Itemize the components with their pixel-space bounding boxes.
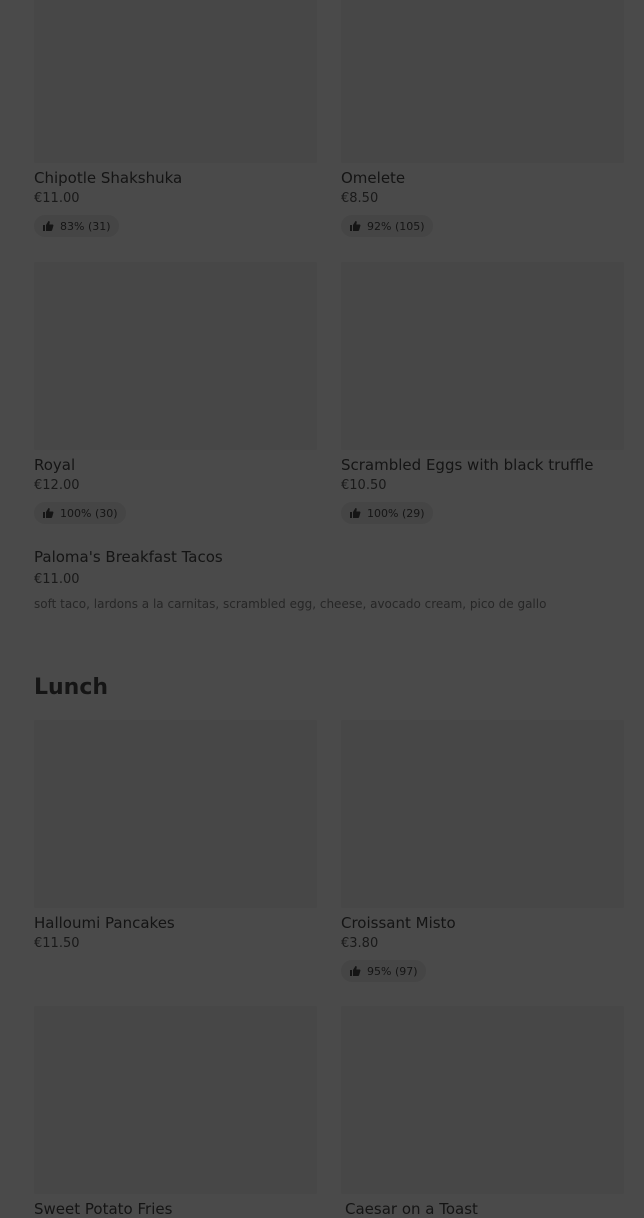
menu-item-image[interactable] — [341, 262, 624, 450]
menu-item-image[interactable] — [341, 1006, 624, 1194]
thumbs-up-icon — [349, 965, 361, 977]
thumbs-up-icon — [42, 507, 54, 519]
thumbs-up-icon — [349, 507, 361, 519]
rating-badge: 100% (30) — [34, 502, 126, 524]
menu-item-card[interactable]: Halloumi Pancakes €11.50 — [34, 720, 317, 982]
menu-item-card[interactable]: Croissant Misto €3.80 95% (97) — [341, 720, 624, 982]
menu-item-card[interactable]: Royal €12.00 100% (30) — [34, 262, 317, 524]
rating-text: 83% (31) — [60, 219, 111, 233]
rating-badge: 92% (105) — [341, 215, 433, 237]
section-title-lunch: Lunch — [34, 675, 109, 700]
rating-badge: 95% (97) — [341, 960, 426, 982]
menu-item-name: Chipotle Shakshuka — [34, 169, 183, 187]
menu-item-name: Croissant Misto — [341, 914, 456, 932]
menu-item-price: €12.00 — [34, 478, 80, 493]
menu-item-image[interactable] — [34, 262, 317, 450]
menu-item-image[interactable] — [34, 1006, 317, 1194]
menu-item-image[interactable] — [341, 720, 624, 908]
menu-item-name: Paloma's Breakfast Tacos — [34, 548, 223, 566]
rating-text: 95% (97) — [367, 964, 418, 978]
menu-item-name: Halloumi Pancakes — [34, 914, 175, 932]
menu-item-card[interactable]: Scrambled Eggs with black truffle €10.50… — [341, 262, 624, 524]
menu-item-card[interactable]: Sweet Potato Fries — [34, 1006, 317, 1218]
thumbs-up-icon — [42, 220, 54, 232]
rating-badge: 83% (31) — [34, 215, 119, 237]
menu-item-card[interactable]: Chipotle Shakshuka €11.00 83% (31) — [34, 0, 317, 237]
menu-item-description: soft taco, lardons a la carnitas, scramb… — [34, 597, 547, 611]
menu-item-image[interactable] — [341, 0, 624, 163]
menu-item-name: Royal — [34, 456, 76, 474]
menu-item-name: Omelete — [341, 169, 406, 187]
menu-grid-lunch-2: Sweet Potato Fries Caesar on a Toast — [34, 1006, 624, 1218]
menu-item-price: €11.50 — [34, 936, 80, 951]
rating-text: 100% (29) — [367, 506, 425, 520]
rating-text: 100% (30) — [60, 506, 118, 520]
menu-grid-breakfast-1: Chipotle Shakshuka €11.00 83% (31) Omele… — [34, 0, 624, 237]
menu-item-featured[interactable]: Paloma's Breakfast Tacos €11.00 soft tac… — [34, 548, 624, 612]
menu-item-card[interactable]: Omelete €8.50 92% (105) — [341, 0, 624, 237]
menu-grid-breakfast-2: Royal €12.00 100% (30) Scrambled Eggs wi… — [34, 262, 624, 524]
menu-item-price: €10.50 — [341, 478, 387, 493]
menu-item-price: €8.50 — [341, 191, 379, 206]
menu-item-price: €11.00 — [34, 191, 80, 206]
menu-item-price: €11.00 — [34, 572, 80, 587]
menu-item-name: Sweet Potato Fries — [34, 1200, 173, 1218]
menu-item-image[interactable] — [34, 0, 317, 163]
menu-item-name: Caesar on a Toast — [345, 1200, 478, 1218]
menu-item-image[interactable] — [34, 720, 317, 908]
thumbs-up-icon — [349, 220, 361, 232]
menu-item-card[interactable]: Caesar on a Toast — [341, 1006, 624, 1218]
menu-item-price: €3.80 — [341, 936, 379, 951]
menu-item-name: Scrambled Eggs with black truffle — [341, 456, 594, 474]
menu-grid-lunch-1: Halloumi Pancakes €11.50 Croissant Misto… — [34, 720, 624, 982]
rating-text: 92% (105) — [367, 219, 425, 233]
rating-badge: 100% (29) — [341, 502, 433, 524]
